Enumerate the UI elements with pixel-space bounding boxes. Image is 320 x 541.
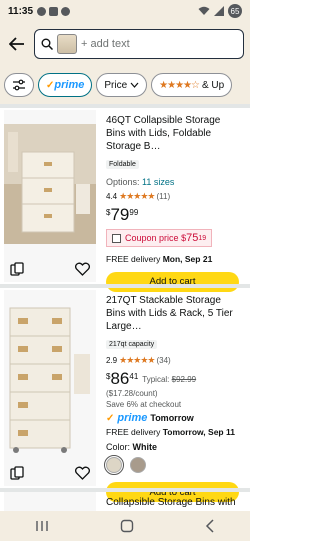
unit-price: ($17.28/count): [106, 389, 158, 398]
rating-row[interactable]: 2.9 ★★★★★ (34): [106, 355, 240, 366]
swatch-grey[interactable]: [130, 457, 146, 473]
image-actions: [10, 262, 90, 276]
battery-icon: 65: [228, 4, 242, 18]
typical-value: $92.99: [171, 375, 197, 384]
product-card[interactable]: 46QT Collapsible Storage Bins with Lids,…: [4, 110, 246, 292]
color-row: Color: White: [106, 442, 240, 452]
price-whole: 79: [110, 205, 130, 224]
prime-delivery-label: Tomorrow: [150, 413, 194, 423]
coupon-whole: 75: [186, 232, 199, 244]
delivery-date: Tomorrow, Sep 11: [162, 427, 235, 437]
divider: [0, 104, 250, 108]
product-tag: 217qt capacity: [106, 340, 158, 349]
price-whole: 86: [110, 369, 130, 388]
product-tag: Foldable: [106, 160, 139, 169]
options-link[interactable]: 11 sizes: [142, 177, 174, 187]
coupon-label: Coupon price: [125, 233, 179, 243]
rating-value: 2.9: [106, 356, 118, 365]
signal-icon: [214, 6, 224, 16]
storage-rack-image: [9, 307, 90, 453]
rating-value: 4.4: [106, 192, 118, 201]
price-filter-label: Price: [104, 79, 128, 91]
wifi-icon: [198, 6, 210, 15]
filter-settings-button[interactable]: [4, 73, 34, 97]
coupon-checkbox[interactable]: Coupon price $75 19: [106, 229, 213, 247]
heart-icon[interactable]: [75, 466, 90, 480]
product-image[interactable]: [4, 110, 96, 282]
stars-icon: ★★★★★: [119, 191, 155, 201]
product-title[interactable]: 46QT Collapsible Storage Bins with Lids,…: [106, 114, 240, 153]
product-title[interactable]: 217QT Stackable Storage Bins with Lids &…: [106, 294, 240, 333]
options-row: Options: 11 sizes: [106, 177, 240, 187]
price: $ 86 41 Typical: $92.99: [106, 370, 240, 387]
delivery-prefix: FREE delivery: [106, 427, 161, 437]
delivery-date: Mon, Sep 21: [162, 253, 213, 264]
rating-filter-label: & Up: [201, 79, 225, 91]
search-header: + add text: [0, 22, 250, 66]
filter-rating-button[interactable]: ★★★★☆ & Up: [151, 73, 233, 97]
image-search-thumbnail[interactable]: [57, 34, 77, 54]
coupon-fraction: 19: [198, 234, 207, 242]
delivery-prefix: FREE delivery: [106, 253, 161, 264]
product-title[interactable]: Collapsible Storage Bins with: [106, 496, 240, 509]
storage-cabinet-image: [4, 124, 96, 244]
image-actions: [10, 466, 90, 480]
options-prefix: Options:: [106, 177, 140, 187]
product-image[interactable]: [4, 492, 96, 511]
delivery-info: FREE delivery Mon, Sep 21: [106, 254, 240, 264]
status-bar: 11:35 65: [0, 0, 250, 22]
prime-label: prime: [54, 79, 85, 91]
app-icon: [61, 6, 71, 16]
review-count: (11): [156, 192, 171, 201]
sliders-icon: [13, 79, 25, 91]
checkbox-icon[interactable]: [112, 233, 121, 243]
search-input[interactable]: + add text: [34, 29, 244, 59]
review-count: (34): [156, 356, 171, 365]
delivery-info: FREE delivery Tomorrow, Sep 11: [106, 427, 240, 437]
star-rating-icon: ★★★★☆: [159, 79, 200, 91]
product-card[interactable]: 217QT Stackable Storage Bins with Lids &…: [4, 290, 246, 502]
status-time: 11:35: [8, 5, 34, 17]
prime-delivery: ✓ prime Tomorrow: [106, 412, 240, 424]
price: $ 79 99: [106, 206, 240, 223]
divider: [0, 284, 250, 288]
filter-prime-button[interactable]: ✓ prime: [38, 73, 93, 97]
rating-row[interactable]: 4.4 ★★★★★ (11): [106, 191, 240, 202]
save-text: Save 6% at checkout: [106, 400, 182, 409]
swatch-white[interactable]: [104, 455, 124, 475]
recent-apps-icon[interactable]: [35, 520, 49, 532]
add-to-cart-button[interactable]: Add to cart: [106, 271, 239, 292]
heart-icon[interactable]: [75, 262, 90, 276]
notification-icon: [37, 6, 47, 16]
color-value: White: [132, 442, 158, 452]
typical-label: Typical:: [142, 375, 170, 384]
prime-label: prime: [117, 412, 148, 424]
filter-price-button[interactable]: Price: [96, 73, 148, 97]
system-nav-bar: [0, 511, 250, 541]
stars-icon: ★★★★★: [119, 355, 155, 365]
typical-price: Typical: $92.99: [142, 375, 196, 384]
back-button[interactable]: [6, 33, 28, 55]
color-label: Color:: [106, 442, 131, 452]
product-image[interactable]: [4, 290, 96, 486]
message-icon: [49, 6, 59, 16]
compare-icon[interactable]: [10, 466, 24, 480]
filter-bar: ✓ prime Price ★★★★☆ & Up: [0, 66, 250, 104]
search-placeholder[interactable]: + add text: [81, 38, 130, 50]
search-icon: [41, 38, 53, 50]
price-fraction: 41: [129, 372, 139, 381]
price-fraction: 99: [129, 208, 139, 217]
product-card[interactable]: Collapsible Storage Bins with: [4, 492, 246, 511]
compare-icon[interactable]: [10, 262, 24, 276]
back-nav-icon[interactable]: [205, 519, 215, 533]
check-icon: ✓: [106, 412, 115, 424]
chevron-down-icon: [130, 82, 139, 88]
arrow-left-icon: [9, 37, 24, 51]
color-swatches: [104, 455, 240, 475]
home-icon[interactable]: [120, 519, 134, 533]
